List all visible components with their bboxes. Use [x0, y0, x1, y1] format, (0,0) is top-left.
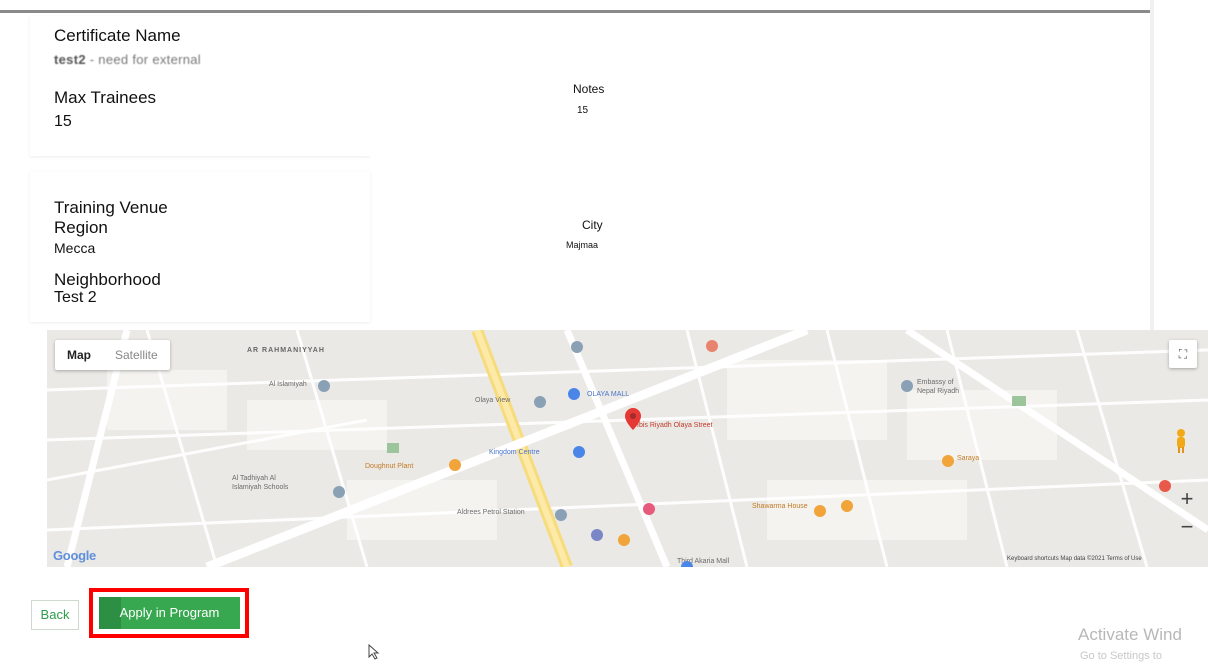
certificate-name-value: test2 - need for external: [54, 52, 201, 67]
top-divider: [0, 10, 1150, 13]
svg-text:Al Tadhiyah Al: Al Tadhiyah Al: [232, 475, 276, 482]
apply-in-program-button[interactable]: Apply in Program: [99, 597, 240, 629]
back-button[interactable]: Back: [31, 600, 79, 630]
svg-text:Ibis Riyadh Olaya Street: Ibis Riyadh Olaya Street: [637, 422, 713, 429]
svg-text:Kingdom Centre: Kingdom Centre: [489, 449, 540, 456]
svg-text:Aldrees Petrol Station: Aldrees Petrol Station: [457, 509, 525, 516]
notes-value: 15: [577, 105, 589, 116]
svg-text:Shawarma House: Shawarma House: [752, 503, 808, 510]
svg-text:Embassy of: Embassy of: [917, 379, 954, 386]
windows-activation-title: Activate Wind: [1078, 625, 1182, 644]
notes-label: Notes: [573, 82, 605, 96]
certificate-card-right: [370, 16, 1150, 171]
max-trainees-value: 15: [54, 113, 72, 130]
zoom-out-button[interactable]: −: [1181, 514, 1194, 542]
apply-button-label: Apply in Program: [119, 605, 220, 620]
mouse-cursor-icon: [368, 644, 380, 660]
training-venue-label: Training Venue: [54, 198, 168, 217]
svg-text:Islamiyah Schools: Islamiyah Schools: [232, 484, 289, 491]
google-logo: Google: [53, 548, 96, 563]
fullscreen-icon: ⛶: [1178, 346, 1188, 361]
map-type-satellite-button[interactable]: Satellite: [103, 340, 170, 370]
certificate-name-label: Certificate Name: [54, 26, 181, 45]
pegman-icon: [1177, 429, 1185, 453]
map-attribution[interactable]: Keyboard shortcuts Map data ©2021 Terms …: [1007, 556, 1142, 562]
svg-text:Saraya: Saraya: [957, 455, 979, 462]
region-value: Mecca: [54, 240, 96, 256]
right-scroll-edge: [1150, 0, 1154, 330]
city-value: Majmaa: [566, 240, 599, 250]
map-type-map-button[interactable]: Map: [55, 340, 103, 370]
neighborhood-value: Test 2: [54, 289, 97, 306]
svg-text:Al Islamiyah: Al Islamiyah: [269, 381, 307, 388]
street-view-pegman[interactable]: [1174, 428, 1194, 458]
zoom-control: + −: [1172, 485, 1202, 543]
svg-text:Olaya View: Olaya View: [475, 397, 511, 404]
city-label: City: [582, 218, 603, 232]
windows-activation-subtitle: Go to Settings to: [1080, 650, 1162, 662]
svg-text:OLAYA MALL: OLAYA MALL: [587, 391, 629, 398]
neighborhood-label: Neighborhood: [54, 270, 161, 289]
map-tiles: AR RAHMANIYYAH Al Islamiyah Embassy of N…: [47, 330, 1208, 567]
zoom-in-button[interactable]: +: [1181, 486, 1194, 514]
region-label: Region: [54, 218, 108, 237]
svg-text:Doughnut Plant: Doughnut Plant: [365, 463, 413, 470]
fullscreen-button[interactable]: ⛶: [1169, 340, 1197, 368]
svg-text:AR RAHMANIYYAH: AR RAHMANIYYAH: [247, 347, 325, 354]
map-type-control: Map Satellite: [55, 340, 170, 370]
max-trainees-label: Max Trainees: [54, 88, 157, 107]
svg-text:Nepal Riyadh: Nepal Riyadh: [917, 388, 959, 395]
location-map[interactable]: AR RAHMANIYYAH Al Islamiyah Embassy of N…: [47, 330, 1208, 567]
